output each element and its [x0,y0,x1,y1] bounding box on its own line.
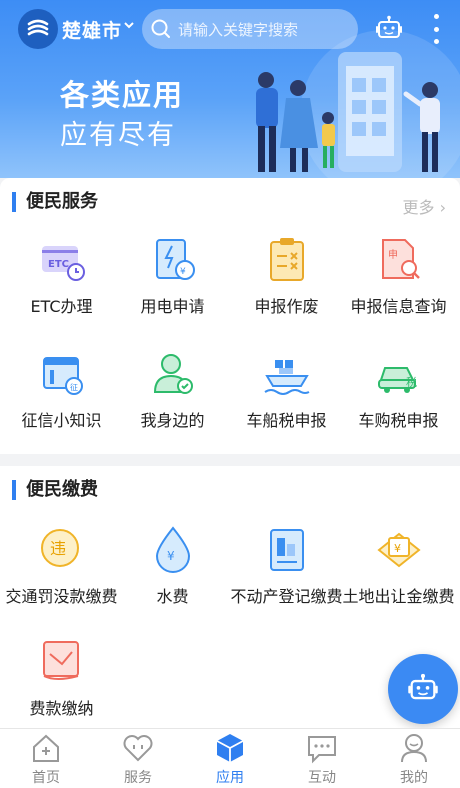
convenience-services-section: 便民服务 更多 › ETC ETC办理 ¥ 用电申请 申报作废 申 申报信息查询… [0,178,460,454]
nav-label: 我的 [400,770,428,786]
service-label: 车购税申报 [358,411,439,430]
more-options-icon[interactable] [428,12,444,46]
banner-slogan-line2: 应有尽有 [60,120,176,151]
svg-text:¥: ¥ [394,542,401,555]
payment-label: 不动产登记缴费 [230,587,343,606]
etc-card-icon: ETC [41,246,85,281]
nav-service[interactable]: 服务 [92,729,184,788]
real-estate-fee-icon [269,529,304,571]
section-title: 便民服务 [12,192,98,212]
robot-assistant-icon [408,673,438,700]
service-item-cancel[interactable]: 申报作废 [229,234,344,318]
service-label: 申报作废 [254,297,319,316]
payment-item-land[interactable]: ¥ 土地出让金缴费 [341,524,456,608]
payment-label: 土地出让金缴费 [342,587,455,606]
nav-interact[interactable]: 互动 [276,729,368,788]
chevron-down-icon[interactable] [123,19,135,35]
service-label: 我身边的 [140,411,205,430]
service-item-etc[interactable]: ETC ETC办理 [4,234,119,318]
payment-label: 水费 [156,587,189,606]
water-fee-icon: ¥ [155,526,190,573]
svg-text:征: 征 [70,382,78,392]
service-label: 车船税申报 [246,411,327,430]
header-banner: 楚雄市 请输入关键字搜索 各类应用 应有尽有 [0,0,460,178]
payment-item-fee[interactable]: 费款缴纳 [4,636,119,720]
section-title: 便民缴费 [12,480,98,500]
svg-text:申: 申 [388,248,398,261]
more-link[interactable]: 更多 › [402,194,446,218]
heart-service-icon [123,735,153,762]
svg-text:¥: ¥ [167,549,175,563]
search-icon [151,19,170,38]
nav-label: 应用 [216,770,244,786]
service-item-vessel-tax[interactable]: 车船税申报 [229,348,344,432]
chat-icon [308,736,336,764]
traffic-fine-icon: 违 [40,529,79,567]
nav-label: 首页 [32,770,60,786]
car-purchase-tax-icon: 税 [377,367,417,393]
declaration-query-icon: 申 [381,239,420,279]
search-placeholder: 请输入关键字搜索 [178,20,299,39]
banner-people-illustration [256,52,440,172]
more-label: 更多 [402,198,435,217]
home-icon [33,734,59,762]
payment-label: 费款缴纳 [29,699,94,718]
service-label: ETC办理 [30,297,93,316]
nav-mine[interactable]: 我的 [368,729,460,788]
declaration-cancel-icon [269,238,304,281]
service-label: 用电申请 [140,297,205,316]
payment-item-traffic[interactable]: 违 交通罚没款缴费 [4,524,119,608]
vessel-tax-icon [263,360,309,395]
bottom-nav: 首页 服务 应用 互动 我的 [0,728,460,788]
user-icon [401,734,427,763]
svg-text:¥: ¥ [180,267,186,277]
city-selector[interactable]: 楚雄市 [62,16,122,43]
fee-payment-icon [42,641,79,680]
service-item-query[interactable]: 申 申报信息查询 [341,234,456,318]
payment-item-real-estate[interactable]: 不动产登记缴费 [229,524,344,608]
chevron-right-icon: › [439,198,446,217]
service-label: 申报信息查询 [350,297,447,316]
svg-text:ETC: ETC [48,259,69,270]
service-item-nearby[interactable]: 我身边的 [115,348,230,432]
cube-app-icon [216,734,244,762]
nav-apps[interactable]: 应用 [184,729,276,788]
nav-home[interactable]: 首页 [0,729,92,788]
land-fee-icon: ¥ [376,532,421,568]
assistant-fab-button[interactable] [388,654,458,724]
search-input[interactable]: 请输入关键字搜索 [142,9,358,49]
electric-application-icon: ¥ [155,239,195,280]
robot-assistant-icon[interactable] [374,14,404,44]
service-label: 征信小知识 [21,411,102,430]
credit-knowledge-icon: 征 [42,357,83,395]
app-logo-icon[interactable] [18,9,58,49]
svg-text:税: 税 [406,375,417,389]
banner-slogan-line1: 各类应用 [60,78,185,112]
service-item-car-tax[interactable]: 税 车购税申报 [341,348,456,432]
nav-label: 服务 [124,770,152,786]
payment-item-water[interactable]: ¥ 水费 [115,524,230,608]
svg-text:违: 违 [50,539,66,558]
service-item-electric[interactable]: ¥ 用电申请 [115,234,230,318]
service-item-credit[interactable]: 征 征信小知识 [4,348,119,432]
nearby-person-icon [153,354,193,394]
payment-label: 交通罚没款缴费 [5,587,118,606]
nav-label: 互动 [308,770,336,786]
